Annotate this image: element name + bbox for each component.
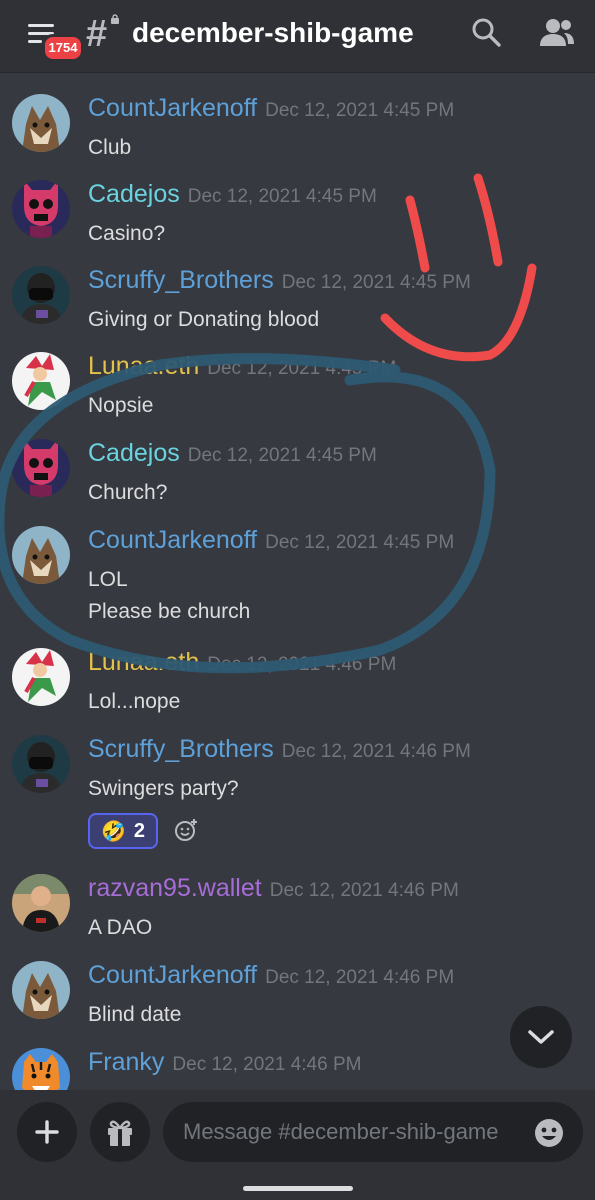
- rolling-laughing-emoji: 🤣: [100, 820, 126, 843]
- chevron-down-icon: [528, 1030, 554, 1044]
- lock-icon: [111, 14, 119, 24]
- message-text: Casino?: [88, 222, 166, 245]
- tiger-avatar[interactable]: [12, 1048, 70, 1090]
- channel-title: december-shib-game: [132, 17, 414, 48]
- member-list-icon[interactable]: [538, 16, 576, 50]
- red-exclamation-mark-right: [473, 173, 503, 267]
- timestamp: Dec 12, 2021 4:45 PM: [187, 445, 377, 466]
- reaction-count: 2: [133, 819, 146, 842]
- red-exclamation-mark-left: [405, 195, 430, 273]
- message-text: Club: [88, 136, 132, 159]
- username[interactable]: Lunaa.eth: [88, 648, 199, 676]
- username[interactable]: Cadejos: [88, 180, 180, 208]
- jester-avatar[interactable]: [12, 352, 70, 410]
- pink-skull-avatar[interactable]: [12, 180, 70, 238]
- message-text: A DAO: [88, 916, 153, 939]
- menu-icon-bar: [28, 40, 42, 43]
- username[interactable]: Cadejos: [88, 439, 180, 467]
- home-indicator: [243, 1186, 353, 1191]
- channel-hash-icon: #: [86, 13, 108, 55]
- message-composer: [0, 1090, 595, 1200]
- emoji-picker-icon[interactable]: [533, 1117, 565, 1149]
- reaction-button[interactable]: 🤣 2: [88, 813, 158, 849]
- username[interactable]: CountJarkenoff: [88, 526, 257, 554]
- timestamp: Dec 12, 2021 4:45 PM: [265, 100, 455, 121]
- timestamp: Dec 12, 2021 4:46 PM: [172, 1054, 362, 1075]
- username[interactable]: CountJarkenoff: [88, 94, 257, 122]
- masked-figure-avatar[interactable]: [12, 266, 70, 324]
- timestamp: Dec 12, 2021 4:46 PM: [281, 741, 471, 762]
- jester-avatar[interactable]: [12, 648, 70, 706]
- username[interactable]: razvan95.wallet: [88, 874, 262, 902]
- add-reaction-icon[interactable]: [174, 817, 200, 843]
- fox-avatar[interactable]: [12, 961, 70, 1019]
- username[interactable]: Scruffy_Brothers: [88, 735, 274, 763]
- message-input[interactable]: [181, 1118, 527, 1146]
- timestamp: Dec 12, 2021 4:45 PM: [265, 532, 455, 553]
- timestamp: Dec 12, 2021 4:46 PM: [269, 880, 459, 901]
- fox-avatar[interactable]: [12, 526, 70, 584]
- timestamp: Dec 12, 2021 4:45 PM: [187, 186, 377, 207]
- message-text: LOL: [88, 568, 128, 591]
- notification-badge: 1754: [42, 34, 84, 62]
- gift-icon: [108, 1120, 132, 1146]
- search-icon[interactable]: [470, 16, 502, 48]
- man-photo-avatar[interactable]: [12, 874, 70, 932]
- message-input-container: [163, 1102, 583, 1162]
- jump-to-present-button[interactable]: [510, 1006, 572, 1068]
- username[interactable]: Lunaa.eth: [88, 352, 199, 380]
- message-list[interactable]: CountJarkenoff Dec 12, 2021 4:45 PM Club …: [0, 72, 595, 1090]
- message-text: Giving or Donating blood: [88, 308, 320, 331]
- message-text: Blind date: [88, 1003, 182, 1026]
- message-text: Nopsie: [88, 394, 154, 417]
- gift-button[interactable]: [90, 1102, 150, 1162]
- username[interactable]: CountJarkenoff: [88, 961, 257, 989]
- timestamp: Dec 12, 2021 4:45 PM: [207, 358, 397, 379]
- masked-figure-avatar[interactable]: [12, 735, 70, 793]
- add-attachment-button[interactable]: [17, 1102, 77, 1162]
- message-text: Please be church: [88, 600, 251, 623]
- plus-icon: [35, 1120, 59, 1144]
- message-text: Church?: [88, 481, 168, 504]
- username[interactable]: Scruffy_Brothers: [88, 266, 274, 294]
- fox-avatar[interactable]: [12, 94, 70, 152]
- message-text: Lol...nope: [88, 690, 181, 713]
- username[interactable]: Franky: [88, 1048, 164, 1076]
- menu-icon: [28, 24, 54, 27]
- message-text: Swingers party?: [88, 777, 239, 800]
- channel-header: 1754 # december-shib-game: [0, 0, 595, 73]
- timestamp: Dec 12, 2021 4:46 PM: [207, 654, 397, 675]
- timestamp: Dec 12, 2021 4:45 PM: [281, 272, 471, 293]
- timestamp: Dec 12, 2021 4:46 PM: [265, 967, 455, 988]
- pink-skull-avatar[interactable]: [12, 439, 70, 497]
